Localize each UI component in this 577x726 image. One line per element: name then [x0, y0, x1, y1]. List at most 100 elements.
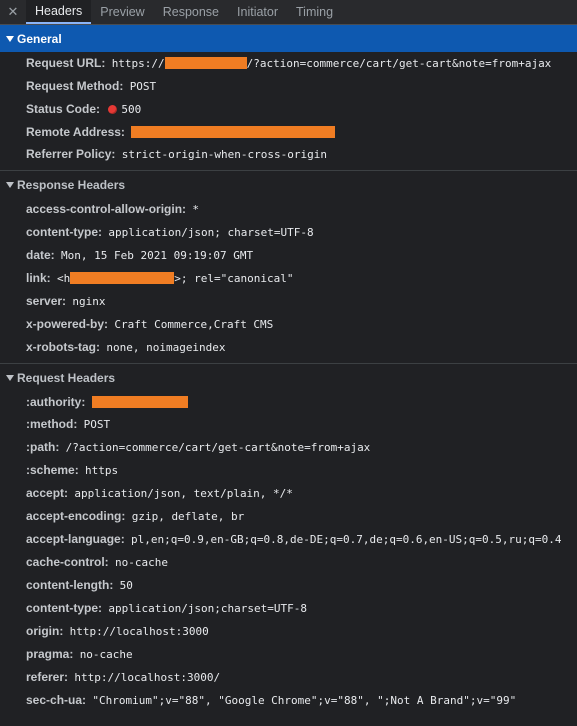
redacted-remote-address: [131, 126, 336, 138]
close-icon[interactable]: ✕: [0, 0, 26, 24]
authority-row: :authority:: [0, 391, 577, 413]
powered-by-row: x-powered-by: Craft Commerce,Craft CMS: [0, 313, 577, 336]
referer-row: referer: http://localhost:3000/: [0, 666, 577, 689]
general-rows: Request URL: https:// /?action=commerce/c…: [0, 52, 577, 170]
origin-key: origin:: [26, 624, 64, 638]
link-suffix: >; rel="canonical": [174, 272, 294, 285]
general-section: General Request URL: https:// /?action=co…: [0, 25, 577, 171]
acao-value: *: [192, 203, 199, 216]
request-content-type-value: application/json;charset=UTF-8: [108, 602, 308, 615]
response-headers-title: Response Headers: [17, 177, 126, 192]
accept-key: accept:: [26, 486, 69, 500]
content-length-key: content-length:: [26, 578, 114, 592]
request-method-value: POST: [129, 80, 157, 93]
pragma-value: no-cache: [79, 648, 133, 661]
authority-key: :authority:: [26, 395, 86, 409]
headers-panel: General Request URL: https:// /?action=co…: [0, 25, 577, 726]
method-value: POST: [83, 418, 111, 431]
response-headers-header[interactable]: Response Headers: [0, 171, 577, 198]
cache-control-value: no-cache: [115, 556, 169, 569]
response-rows: access-control-allow-origin: * content-t…: [0, 198, 577, 363]
powered-by-key: x-powered-by:: [26, 317, 109, 331]
content-length-value: 50: [119, 579, 133, 592]
server-row: server: nginx: [0, 290, 577, 313]
cache-control-row: cache-control: no-cache: [0, 551, 577, 574]
request-url-key: Request URL:: [26, 56, 106, 70]
tab-response[interactable]: Response: [154, 0, 228, 24]
tab-bar: ✕ Headers Preview Response Initiator Tim…: [0, 0, 577, 25]
redacted-host: [164, 57, 247, 69]
origin-value: http://localhost:3000: [69, 625, 209, 638]
server-key: server:: [26, 294, 67, 308]
tab-timing[interactable]: Timing: [287, 0, 342, 24]
date-value: Mon, 15 Feb 2021 09:19:07 GMT: [61, 249, 254, 262]
status-code-key: Status Code:: [26, 102, 101, 116]
acao-key: access-control-allow-origin:: [26, 202, 187, 216]
request-rows: :authority: :method: POST :path: /?actio…: [0, 391, 577, 716]
caret-down-icon: [6, 35, 14, 42]
robots-tag-key: x-robots-tag:: [26, 340, 100, 354]
referer-key: referer:: [26, 670, 69, 684]
method-row: :method: POST: [0, 413, 577, 436]
response-headers-section: Response Headers access-control-allow-or…: [0, 171, 577, 364]
scheme-value: https: [85, 464, 119, 477]
request-content-type-key: content-type:: [26, 601, 102, 615]
sec-ch-ua-value: "Chromium";v="88", "Google Chrome";v="88…: [92, 694, 517, 707]
tab-preview[interactable]: Preview: [91, 0, 153, 24]
tab-initiator[interactable]: Initiator: [228, 0, 287, 24]
referrer-policy-row: Referrer Policy: strict-origin-when-cros…: [0, 143, 577, 166]
path-value: /?action=commerce/cart/get-cart&note=fro…: [65, 441, 371, 454]
referer-value: http://localhost:3000/: [74, 671, 221, 684]
redacted-link: [70, 272, 175, 284]
date-key: date:: [26, 248, 55, 262]
accept-encoding-key: accept-encoding:: [26, 509, 126, 523]
remote-address-row: Remote Address:: [0, 121, 577, 143]
content-length-row: content-length: 50: [0, 574, 577, 597]
request-url-prefix: https://: [111, 57, 165, 70]
request-headers-section: Request Headers :authority: :method: POS…: [0, 364, 577, 716]
request-method-row: Request Method: POST: [0, 75, 577, 98]
powered-by-value: Craft Commerce,Craft CMS: [114, 318, 274, 331]
referrer-policy-value: strict-origin-when-cross-origin: [121, 148, 328, 161]
accept-encoding-row: accept-encoding: gzip, deflate, br: [0, 505, 577, 528]
path-row: :path: /?action=commerce/cart/get-cart&n…: [0, 436, 577, 459]
scheme-key: :scheme:: [26, 463, 79, 477]
scheme-row: :scheme: https: [0, 459, 577, 482]
caret-down-icon: [6, 374, 14, 381]
acao-row: access-control-allow-origin: *: [0, 198, 577, 221]
pragma-row: pragma: no-cache: [0, 643, 577, 666]
request-headers-header[interactable]: Request Headers: [0, 364, 577, 391]
status-code-value: 500: [121, 103, 142, 116]
cache-control-key: cache-control:: [26, 555, 109, 569]
link-key: link:: [26, 271, 51, 285]
accept-language-value: pl,en;q=0.9,en-GB;q=0.8,de-DE;q=0.7,de;q…: [131, 533, 562, 546]
caret-down-icon: [6, 181, 14, 188]
request-url-suffix: /?action=commerce/cart/get-cart&note=fro…: [246, 57, 552, 70]
response-content-type-row: content-type: application/json; charset=…: [0, 221, 577, 244]
general-section-title: General: [17, 31, 62, 46]
robots-tag-value: none, noimageindex: [106, 341, 226, 354]
status-error-icon: [108, 105, 118, 114]
accept-value: application/json, text/plain, */*: [74, 487, 293, 500]
accept-language-row: accept-language: pl,en;q=0.9,en-GB;q=0.8…: [0, 528, 577, 551]
request-method-key: Request Method:: [26, 79, 124, 93]
accept-encoding-value: gzip, deflate, br: [131, 510, 245, 523]
path-key: :path:: [26, 440, 60, 454]
link-prefix: <h: [57, 272, 71, 285]
request-headers-title: Request Headers: [17, 370, 116, 385]
redacted-authority: [91, 396, 188, 408]
robots-tag-row: x-robots-tag: none, noimageindex: [0, 336, 577, 359]
pragma-key: pragma:: [26, 647, 74, 661]
accept-language-key: accept-language:: [26, 532, 125, 546]
method-key: :method:: [26, 417, 78, 431]
tab-headers[interactable]: Headers: [26, 0, 92, 24]
remote-address-key: Remote Address:: [26, 125, 125, 139]
link-row: link: <h >; rel="canonical": [0, 267, 577, 290]
general-section-header[interactable]: General: [0, 25, 577, 52]
status-code-row: Status Code: 500: [0, 98, 577, 121]
date-row: date: Mon, 15 Feb 2021 09:19:07 GMT: [0, 244, 577, 267]
response-content-type-value: application/json; charset=UTF-8: [108, 226, 314, 239]
response-content-type-key: content-type:: [26, 225, 102, 239]
referrer-policy-key: Referrer Policy:: [26, 147, 116, 161]
origin-row: origin: http://localhost:3000: [0, 620, 577, 643]
